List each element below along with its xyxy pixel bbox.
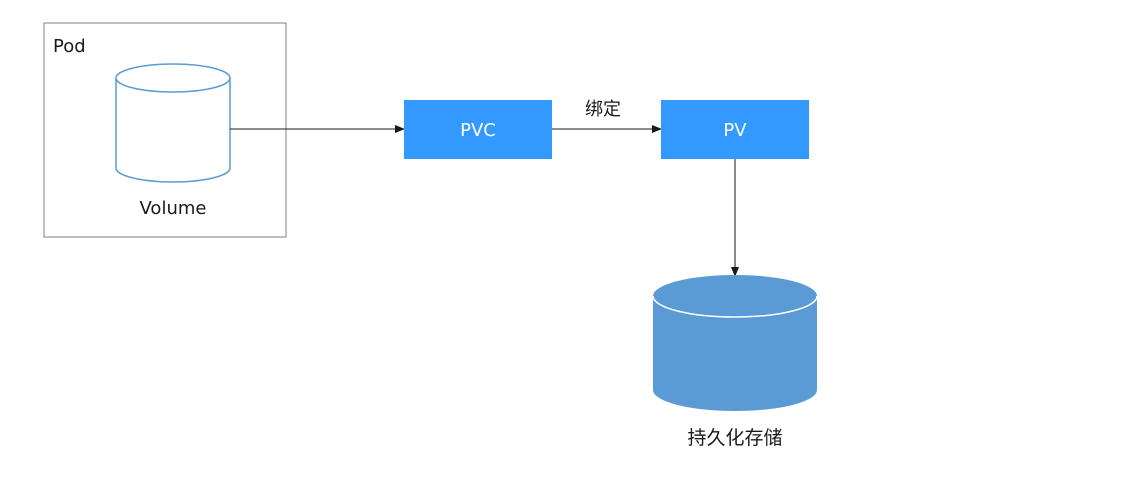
volume-label: Volume xyxy=(140,198,207,219)
binding-label: 绑定 xyxy=(585,99,621,120)
storage-label: 持久化存储 xyxy=(687,427,782,449)
pv-box: PV xyxy=(661,100,809,159)
pvc-box: PVC xyxy=(404,100,552,159)
pvc-binding-diagram: Pod Volume PVC 绑定 PV 持久化存储 xyxy=(43,22,818,449)
pod-label: Pod xyxy=(53,36,86,57)
storage-cylinder-icon xyxy=(652,275,818,411)
volume-cylinder-icon xyxy=(115,63,231,183)
pvc-label: PVC xyxy=(460,120,496,141)
pv-label: PV xyxy=(723,120,747,141)
